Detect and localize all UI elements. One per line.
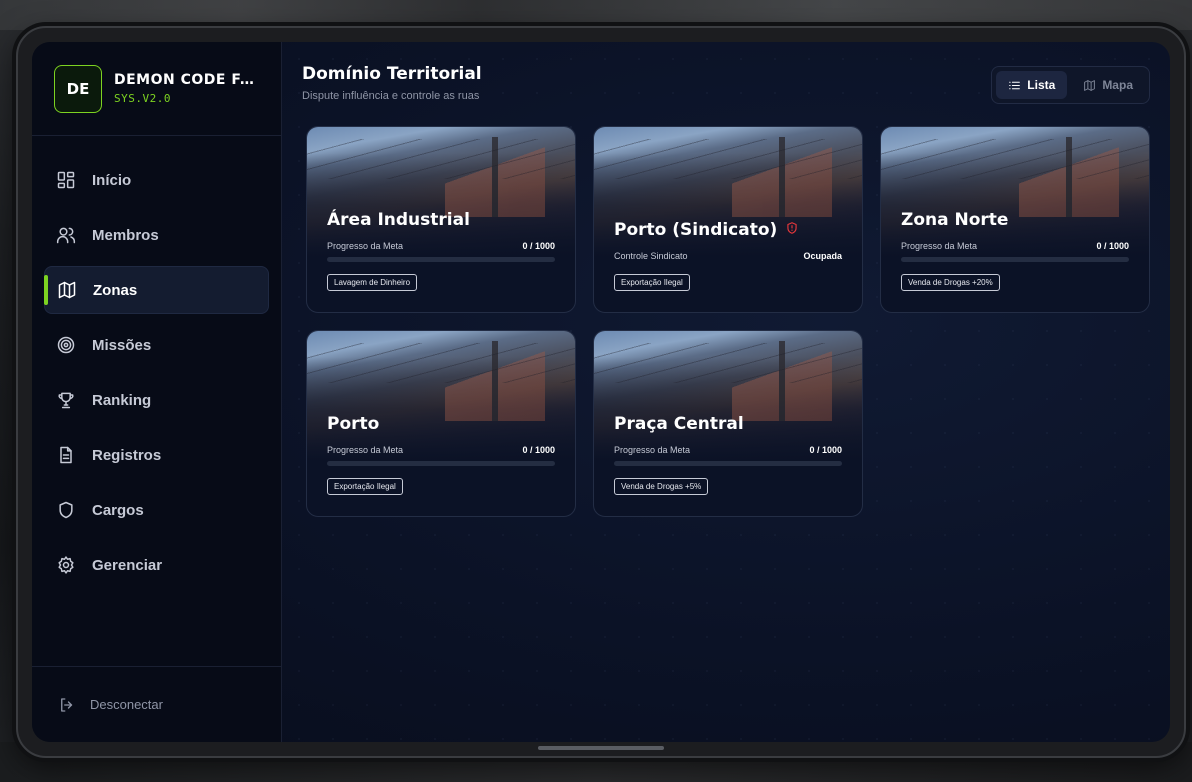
list-view-button[interactable]: Lista (996, 71, 1068, 99)
zone-name: Praça Central (614, 414, 744, 434)
sidebar-item-label: Cargos (92, 501, 144, 519)
zone-progress-bar (901, 257, 1129, 262)
view-toggle: Lista Mapa (991, 66, 1150, 104)
sidebar-item-label: Início (92, 171, 132, 189)
zone-status-row: Progresso da Meta 0 / 1000 (614, 445, 842, 455)
brand-name: DEMON CODE FA... (114, 72, 254, 88)
zone-card[interactable]: Zona Norte Progresso da Meta 0 / 1000 Ve… (880, 126, 1150, 313)
target-icon (56, 335, 76, 355)
zone-name: Zona Norte (901, 210, 1009, 230)
sidebar-nav: Início Membros Zonas Missões Ranking Reg… (32, 136, 281, 666)
zone-card-body: Zona Norte Progresso da Meta 0 / 1000 Ve… (901, 210, 1129, 312)
zone-status-value: 0 / 1000 (522, 241, 555, 251)
zone-status-row: Progresso da Meta 0 / 1000 (901, 241, 1129, 251)
trophy-icon (56, 390, 76, 410)
zone-bonus-tag: Exportação Ilegal (327, 478, 403, 495)
sidebar-item-inicio[interactable]: Início (44, 156, 269, 204)
zone-status-label: Progresso da Meta (614, 445, 691, 455)
page-header: Domínio Territorial Dispute influência e… (302, 64, 1150, 104)
list-view-label: Lista (1027, 78, 1056, 92)
zone-status-row: Progresso da Meta 0 / 1000 (327, 241, 555, 251)
shield-icon (56, 500, 76, 520)
brand-text: DEMON CODE FA... SYS.V2.0 (114, 72, 254, 105)
sidebar-item-ranking[interactable]: Ranking (44, 376, 269, 424)
main-content: Domínio Territorial Dispute influência e… (282, 42, 1170, 742)
zone-card-body: Praça Central Progresso da Meta 0 / 1000… (614, 414, 842, 516)
grid-icon (56, 170, 76, 190)
sidebar-item-label: Membros (92, 226, 159, 244)
tablet-screen: DE DEMON CODE FA... SYS.V2.0 Início Memb… (32, 42, 1170, 742)
list-icon (1009, 81, 1021, 89)
map-view-label: Mapa (1102, 78, 1133, 92)
zone-card[interactable]: Área Industrial Progresso da Meta 0 / 10… (306, 126, 576, 313)
sidebar-item-label: Registros (92, 446, 162, 464)
gear-icon (56, 555, 76, 575)
zone-bonus-tag: Lavagem de Dinheiro (327, 274, 418, 291)
shield-alert-icon (785, 220, 799, 240)
zone-progress-bar (327, 461, 555, 466)
logout-button[interactable]: Desconectar (32, 666, 281, 742)
zone-title: Área Industrial (327, 210, 555, 230)
zone-bonus-tag: Exportação Ilegal (614, 274, 690, 291)
zone-bonus-tag: Venda de Drogas +20% (901, 274, 1000, 291)
zone-card-body: Porto (Sindicato) Controle Sindicato Ocu… (614, 220, 842, 312)
zone-status-row: Progresso da Meta 0 / 1000 (327, 445, 555, 455)
zone-status-value: 0 / 1000 (809, 445, 842, 455)
zone-name: Porto (Sindicato) (614, 220, 778, 240)
brand-header: DE DEMON CODE FA... SYS.V2.0 (32, 42, 281, 136)
zone-progress-bar (614, 461, 842, 466)
brand-logo: DE (54, 64, 102, 113)
page-title: Domínio Territorial (302, 64, 482, 84)
zone-card[interactable]: Porto (Sindicato) Controle Sindicato Ocu… (593, 126, 863, 313)
zone-title: Zona Norte (901, 210, 1129, 230)
sidebar-item-label: Zonas (93, 281, 138, 299)
document-icon (56, 445, 76, 465)
map-view-button[interactable]: Mapa (1071, 71, 1145, 99)
sidebar-item-label: Ranking (92, 391, 152, 409)
tablet-frame: DE DEMON CODE FA... SYS.V2.0 Início Memb… (16, 26, 1186, 758)
sidebar: DE DEMON CODE FA... SYS.V2.0 Início Memb… (32, 42, 282, 742)
sidebar-item-zonas[interactable]: Zonas (44, 266, 269, 314)
sidebar-item-label: Missões (92, 336, 152, 354)
zone-grid: Área Industrial Progresso da Meta 0 / 10… (306, 126, 1150, 517)
zone-title: Porto (327, 414, 555, 434)
page-subtitle: Dispute influência e controle as ruas (302, 90, 480, 102)
zone-bonus-tag: Venda de Drogas +5% (614, 478, 709, 495)
sidebar-item-label: Gerenciar (92, 556, 163, 574)
zone-status-value: Ocupada (803, 251, 842, 261)
sidebar-item-cargos[interactable]: Cargos (44, 486, 269, 534)
sidebar-item-missoes[interactable]: Missões (44, 321, 269, 369)
sidebar-item-membros[interactable]: Membros (44, 211, 269, 259)
zone-status-label: Progresso da Meta (327, 445, 404, 455)
home-indicator (538, 746, 664, 750)
map-icon (1084, 79, 1096, 91)
zone-status-value: 0 / 1000 (522, 445, 555, 455)
zone-card[interactable]: Praça Central Progresso da Meta 0 / 1000… (593, 330, 863, 517)
sidebar-item-gerenciar[interactable]: Gerenciar (44, 541, 269, 589)
zone-card-body: Porto Progresso da Meta 0 / 1000 Exporta… (327, 414, 555, 516)
zone-status-label: Controle Sindicato (614, 251, 688, 261)
brand-version: SYS.V2.0 (114, 92, 171, 105)
zone-title: Porto (Sindicato) (614, 220, 842, 240)
zone-progress-bar (327, 257, 555, 262)
sidebar-item-registros[interactable]: Registros (44, 431, 269, 479)
zone-name: Porto (327, 414, 380, 434)
zone-status-value: 0 / 1000 (1096, 241, 1129, 251)
zone-title: Praça Central (614, 414, 842, 434)
zone-status-row: Controle Sindicato Ocupada (614, 251, 842, 261)
zone-status-label: Progresso da Meta (901, 241, 978, 251)
logout-label: Desconectar (90, 697, 163, 712)
zone-name: Área Industrial (327, 210, 470, 230)
zone-card-body: Área Industrial Progresso da Meta 0 / 10… (327, 210, 555, 312)
map-icon (57, 280, 77, 300)
title-block: Domínio Territorial Dispute influência e… (302, 64, 482, 102)
users-icon (56, 225, 76, 245)
logout-icon (61, 697, 73, 712)
zone-status-label: Progresso da Meta (327, 241, 404, 251)
zone-card[interactable]: Porto Progresso da Meta 0 / 1000 Exporta… (306, 330, 576, 517)
